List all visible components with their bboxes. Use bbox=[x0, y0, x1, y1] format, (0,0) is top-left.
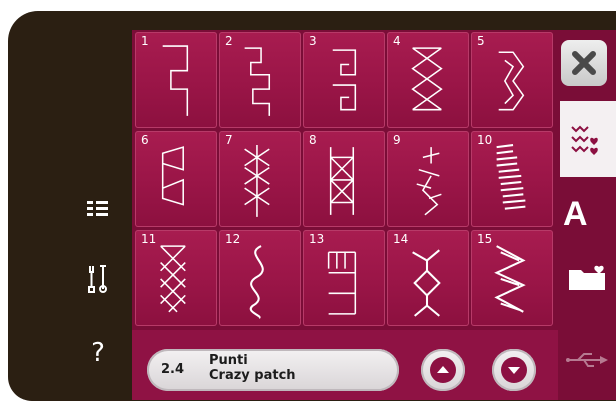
stitch-number: 9 bbox=[393, 133, 401, 147]
stitch-cell[interactable]: 10 bbox=[471, 131, 553, 227]
stitch-cell[interactable]: 4 bbox=[387, 32, 469, 128]
serpentine-stitch-icon bbox=[249, 245, 264, 319]
stitch-number: 13 bbox=[309, 232, 325, 246]
stitch-number: 4 bbox=[393, 34, 401, 48]
stitch-number: 7 bbox=[225, 133, 233, 147]
stitch-cell[interactable]: 6 bbox=[135, 131, 217, 227]
stitch-cell[interactable]: 3 bbox=[303, 32, 385, 128]
crossed-zigzag-stitch-icon bbox=[411, 47, 443, 111]
stitch-cell[interactable]: 11 bbox=[135, 230, 217, 326]
stitch-number: 12 bbox=[225, 232, 241, 246]
category-code: 2.4 bbox=[161, 362, 185, 377]
stitch-grid: 1 2 3 4 5 6 7 8 9 10 11 12 13 14 15 bbox=[135, 32, 557, 326]
zigzag-stitch-icon bbox=[494, 245, 526, 313]
stitch-cell[interactable]: 15 bbox=[471, 230, 553, 326]
category-selector-button[interactable]: 2.4 Punti Crazy patch bbox=[147, 349, 399, 391]
close-button[interactable] bbox=[561, 40, 607, 86]
down-arrow-icon bbox=[501, 357, 527, 383]
stitch-number: 2 bbox=[225, 34, 233, 48]
stitch-cell[interactable]: 8 bbox=[303, 131, 385, 227]
stitch-cell[interactable]: 9 bbox=[387, 131, 469, 227]
stitch-cell[interactable]: 12 bbox=[219, 230, 301, 326]
stitch-number: 15 bbox=[477, 232, 493, 246]
stitch-number: 8 bbox=[309, 133, 317, 147]
slanted-satin-stitch-icon bbox=[496, 144, 526, 210]
stitch-menu-tab[interactable] bbox=[560, 101, 616, 177]
screen: ? 1 2 3 4 5 6 7 8 9 10 11 12 13 14 15 2.4 Punti Crazy … bbox=[0, 0, 616, 416]
diamond-mesh-stitch-icon bbox=[160, 245, 186, 313]
list-icon[interactable] bbox=[78, 195, 118, 235]
greek-key-stitch-icon bbox=[162, 45, 189, 116]
close-icon bbox=[572, 51, 596, 75]
stitch-number: 1 bbox=[141, 34, 149, 48]
folder-heart-icon bbox=[569, 265, 605, 290]
stitch-cell[interactable]: 13 bbox=[303, 230, 385, 326]
scroll-up-button[interactable] bbox=[421, 349, 465, 391]
lattice-bar-stitch-icon bbox=[329, 147, 355, 215]
stitch-number: 11 bbox=[141, 232, 157, 246]
stitch-cell[interactable]: 14 bbox=[387, 230, 469, 326]
feather-cross-stitch-icon bbox=[244, 145, 270, 217]
chevron-band-stitch-icon bbox=[498, 51, 525, 111]
font-tab[interactable]: A bbox=[563, 195, 588, 234]
blanket-stitch-icon bbox=[327, 251, 357, 315]
spiral-key-stitch-icon bbox=[332, 49, 357, 111]
stitch-number: 3 bbox=[309, 34, 317, 48]
scroll-down-button[interactable] bbox=[492, 349, 536, 391]
stitch-cell[interactable]: 5 bbox=[471, 32, 553, 128]
up-arrow-icon bbox=[430, 357, 456, 383]
help-icon[interactable]: ? bbox=[78, 338, 118, 378]
stitch-cell[interactable]: 2 bbox=[219, 32, 301, 128]
stitch-number: 6 bbox=[141, 133, 149, 147]
vine-leaf-stitch-icon bbox=[416, 147, 442, 216]
stitch-number: 10 bbox=[477, 133, 493, 147]
stitch-number: 14 bbox=[393, 232, 409, 246]
greek-key-double-stitch-icon bbox=[244, 47, 271, 116]
stitch-cell[interactable]: 7 bbox=[219, 131, 301, 227]
stitch-cell[interactable]: 1 bbox=[135, 32, 217, 128]
category-subtitle: Crazy patch bbox=[209, 368, 296, 383]
folder-tab[interactable] bbox=[565, 262, 611, 298]
category-title: Punti bbox=[209, 353, 248, 368]
tools-icon[interactable] bbox=[78, 263, 118, 303]
arrow-band-stitch-icon bbox=[412, 249, 441, 317]
stitch-number: 5 bbox=[477, 34, 485, 48]
triangle-ladder-stitch-icon bbox=[161, 146, 184, 206]
stitch-menu-icon bbox=[571, 125, 598, 155]
usb-icon bbox=[566, 350, 612, 374]
